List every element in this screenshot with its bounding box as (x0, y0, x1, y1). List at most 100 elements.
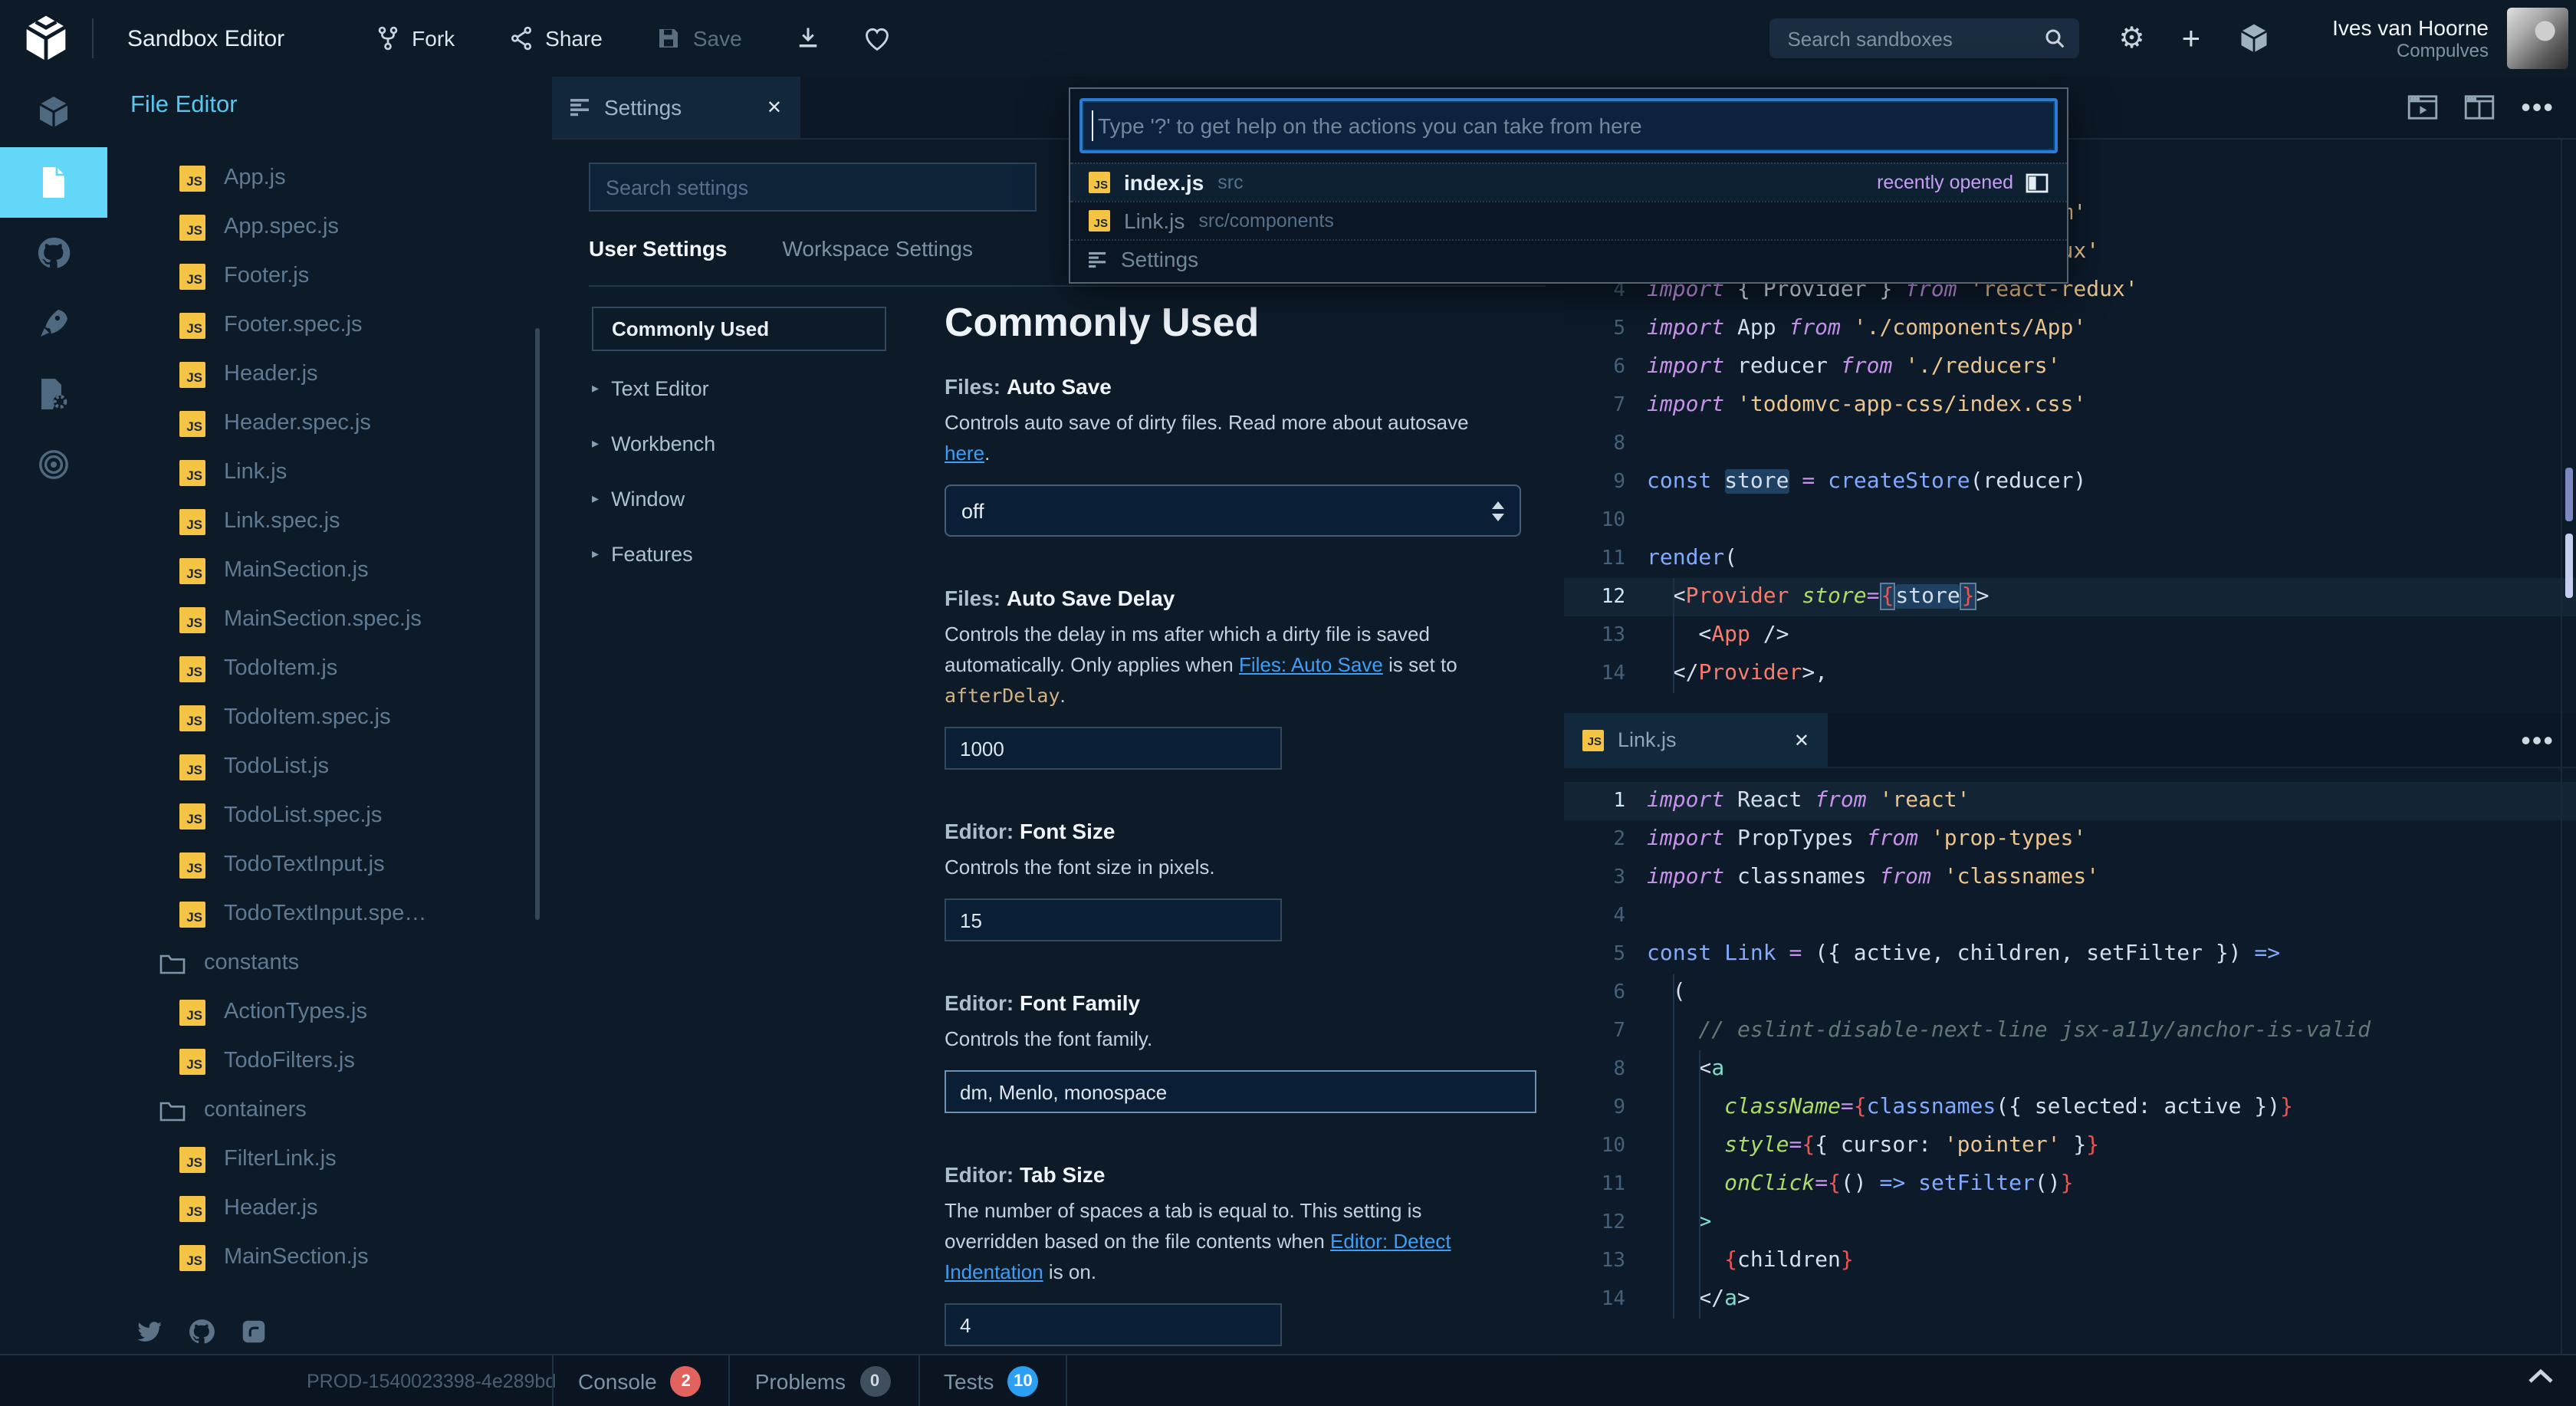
code-line[interactable]: 9 const store = createStore(reducer) (1564, 463, 2576, 501)
code-line[interactable]: 5 import App from './components/App' (1564, 310, 2576, 348)
setting-input[interactable] (945, 727, 1282, 770)
file-row[interactable]: JS App.js (107, 153, 552, 202)
close-icon[interactable]: ✕ (767, 97, 782, 118)
editor-scrollbar-marker[interactable] (2565, 534, 2573, 598)
category-commonly-used[interactable]: Commonly Used (592, 307, 886, 351)
setting-link[interactable]: here (945, 442, 984, 465)
code-line[interactable]: 12 > (1564, 1204, 2576, 1242)
editor-scrollbar-thumb[interactable] (2565, 468, 2573, 521)
category-features[interactable]: ▸ Features (592, 535, 914, 572)
palette-item-link-js[interactable]: JS Link.js src/components (1070, 201, 2067, 239)
tab-settings[interactable]: Settings ✕ (552, 77, 800, 138)
statusbar-tab-problems[interactable]: Problems 0 (728, 1355, 918, 1406)
file-row[interactable]: JS Footer.js (107, 251, 552, 301)
save-button[interactable]: Save (655, 25, 742, 52)
spectrum-chat-icon[interactable] (239, 1317, 268, 1346)
code-line[interactable]: 12 <Provider store={store} > (1564, 578, 2576, 616)
split-columns-icon[interactable] (2026, 172, 2049, 192)
file-row[interactable]: JS Link.js (107, 448, 552, 497)
setting-select[interactable]: off (945, 485, 1521, 537)
code-line[interactable]: 13 <App /> (1564, 616, 2576, 655)
setting-input[interactable] (945, 898, 1282, 941)
tab-link-js[interactable]: JS Link.js ✕ (1564, 713, 1828, 767)
setting-input[interactable] (945, 1070, 1536, 1113)
statusbar-tab-tests[interactable]: Tests 10 (918, 1355, 1068, 1406)
file-row[interactable]: JS TodoItem.spec.js (107, 693, 552, 742)
sandbox-search-input[interactable] (1784, 25, 2042, 51)
code-line[interactable]: 10 (1564, 501, 2576, 540)
more-options-icon[interactable]: ••• (2521, 94, 2555, 121)
new-sandbox-plus-button[interactable]: + (2182, 22, 2201, 54)
file-row[interactable]: JS Footer.spec.js (107, 301, 552, 350)
gear-icon[interactable]: ⚙ (2118, 21, 2144, 56)
file-row[interactable]: JS Header.spec.js (107, 399, 552, 448)
setting-input[interactable] (945, 1303, 1282, 1346)
file-row[interactable]: JS FilterLink.js (107, 1135, 552, 1184)
file-row[interactable]: JS Link.spec.js (107, 497, 552, 546)
file-row[interactable]: JS MainSection.js (107, 1233, 552, 1282)
file-row[interactable]: JS MainSection.spec.js (107, 595, 552, 644)
editor-link-js[interactable]: 1 import React from 'react' 2 import PropTy… (1564, 767, 2576, 1355)
code-line[interactable]: 13 {children} (1564, 1242, 2576, 1280)
setting-link[interactable]: Files: Auto Save (1239, 653, 1383, 676)
folder-row[interactable]: containers (107, 1086, 552, 1135)
code-line[interactable]: 11 render( (1564, 540, 2576, 578)
file-row[interactable]: JS TodoItem.js (107, 644, 552, 693)
file-row[interactable]: JS TodoTextInput.js (107, 840, 552, 889)
fork-button[interactable]: Fork (373, 25, 455, 52)
file-row[interactable]: JS App.spec.js (107, 202, 552, 251)
folder-row[interactable]: constants (107, 938, 552, 987)
code-line[interactable]: 1 import React from 'react' (1564, 782, 2576, 820)
download-button[interactable] (794, 25, 822, 52)
split-view-icon[interactable] (2464, 95, 2495, 120)
twitter-icon[interactable] (135, 1317, 164, 1346)
code-line[interactable]: 2 import PropTypes from 'prop-types' (1564, 820, 2576, 859)
file-row[interactable]: JS TodoList.js (107, 742, 552, 791)
code-line[interactable]: 14 </Provider>, (1564, 655, 2576, 693)
favorite-heart-button[interactable] (862, 24, 892, 53)
sandbox-search-box[interactable] (1769, 18, 2079, 58)
palette-item-settings[interactable]: Settings (1070, 239, 2067, 278)
category-workbench[interactable]: ▸ Workbench (592, 425, 914, 462)
command-palette-input[interactable] (1079, 98, 2058, 153)
user-info[interactable]: Ives van Hoorne Compulves (2332, 15, 2489, 61)
file-row[interactable]: JS TodoList.spec.js (107, 791, 552, 840)
code-line[interactable]: 9 className={classnames({ selected: acti… (1564, 1089, 2576, 1127)
code-line[interactable]: 6 import reducer from './reducers' (1564, 348, 2576, 386)
code-line[interactable]: 6 ( (1564, 974, 2576, 1012)
rail-item-live-broadcast[interactable] (0, 429, 107, 500)
code-line[interactable]: 8 (1564, 425, 2576, 463)
rail-item-dependencies-file-gear[interactable] (0, 359, 107, 429)
code-line[interactable]: 10 style={{ cursor: 'pointer' }} (1564, 1127, 2576, 1165)
statusbar-tab-console[interactable]: Console 2 (552, 1355, 729, 1406)
code-line[interactable]: 4 (1564, 897, 2576, 935)
code-line[interactable]: 7 import 'todomvc-app-css/index.css' (1564, 386, 2576, 425)
file-row[interactable]: JS Header.js (107, 1184, 552, 1233)
category-text-editor[interactable]: ▸ Text Editor (592, 370, 914, 406)
rail-item-deployment-rocket[interactable] (0, 288, 107, 359)
code-line[interactable]: 3 import classnames from 'classnames' (1564, 859, 2576, 897)
open-preview-icon[interactable] (2407, 95, 2438, 120)
file-row[interactable]: JS TodoFilters.js (107, 1036, 552, 1086)
settings-search-input[interactable] (590, 176, 1035, 199)
settings-search-box[interactable] (589, 163, 1037, 212)
chevron-up-icon[interactable] (2527, 1368, 2555, 1385)
rail-item-file-editor[interactable] (0, 147, 107, 218)
code-line[interactable]: 14 </a> (1564, 1280, 2576, 1319)
avatar[interactable] (2507, 8, 2568, 69)
setting-link[interactable]: Indentation (945, 1260, 1043, 1283)
rail-item-sandbox-cube[interactable] (0, 77, 107, 147)
code-line[interactable]: 11 onClick={() => setFilter()} (1564, 1165, 2576, 1204)
palette-item-index-js[interactable]: JS index.js src recently opened (1070, 163, 2067, 201)
share-button[interactable]: Share (507, 25, 603, 52)
file-row[interactable]: JS ActionTypes.js (107, 987, 552, 1036)
codesandbox-logo-icon[interactable] (21, 14, 71, 63)
file-row[interactable]: JS Header.js (107, 350, 552, 399)
code-line[interactable]: 5 const Link = ({ active, children, setFi… (1564, 935, 2576, 974)
file-row[interactable]: JS TodoTextInput.spe… (107, 889, 552, 938)
more-options-icon[interactable]: ••• (2521, 726, 2555, 754)
code-line[interactable]: 7 // eslint-disable-next-line jsx-a11y/a… (1564, 1012, 2576, 1050)
code-line[interactable]: 8 <a (1564, 1050, 2576, 1089)
setting-link[interactable]: Editor: Detect (1330, 1230, 1451, 1253)
file-row[interactable]: JS MainSection.js (107, 546, 552, 595)
